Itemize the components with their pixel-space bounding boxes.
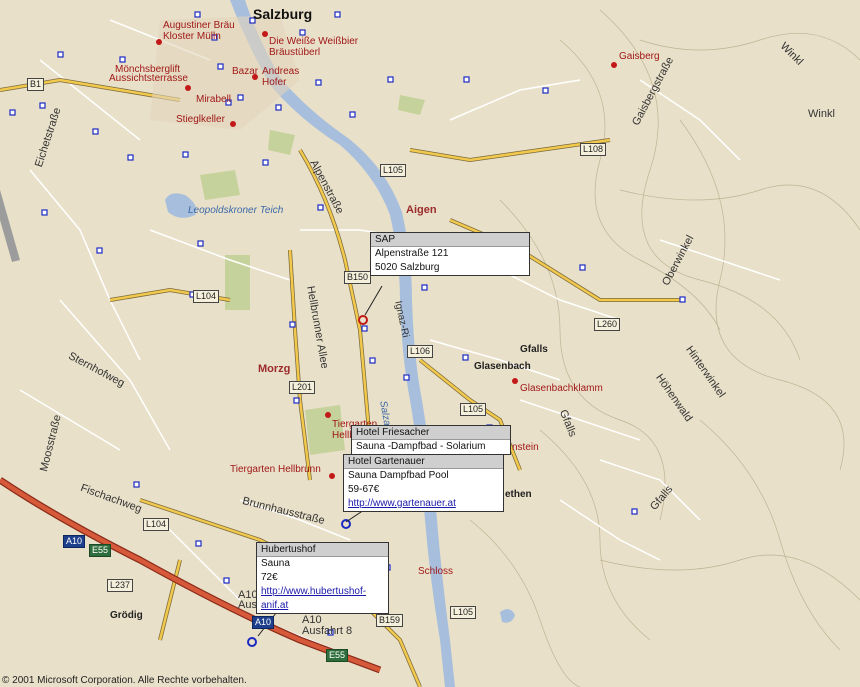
place-gfalls: Gfalls <box>520 344 548 355</box>
callout-sap-line-1: Alpenstraße 121 <box>375 248 449 259</box>
callout-gartenauer-line-2: 59-67€ <box>348 484 380 495</box>
callout-hubertushof-line-2: 72€ <box>261 572 278 583</box>
pond <box>500 609 515 623</box>
callout-friesacher-line-1: Sauna -Dampfbad - Solarium <box>356 441 486 452</box>
shield-e55-a: E55 <box>89 544 112 557</box>
poi-schloss: Schloss <box>418 566 454 577</box>
shield-l201: L201 <box>289 381 316 394</box>
poi-gaisberg: Gaisberg <box>619 51 660 62</box>
poi-bazar: Bazar <box>232 66 259 77</box>
shield-b159: B159 <box>376 614 404 627</box>
city-label: Salzburg <box>253 6 313 22</box>
shield-a10-b: A10 <box>252 616 275 629</box>
poi-tiergarten-hellbrunn: Tiergarten Hellbrunn <box>230 464 321 475</box>
poi-andreas-2: Hofer <box>262 77 287 88</box>
shield-l105-c: L105 <box>450 606 477 619</box>
poi-andreas-1: Andreas <box>262 66 300 77</box>
runway <box>0 190 20 262</box>
poi-augustiner: Augustiner Bräu <box>163 20 235 31</box>
callout-hubertushof-title: Hubertushof <box>257 543 388 557</box>
exit-ausfahrt-8: Ausfahrt 8 <box>302 625 353 637</box>
map-canvas[interactable]: Salzburg Aigen Morzg Gfalls Glasenbach G… <box>0 0 860 687</box>
callout-sap[interactable]: SAP Alpenstraße 121 5020 Salzburg <box>370 232 530 276</box>
callout-sap-title: SAP <box>371 233 529 247</box>
shield-l106: L106 <box>407 345 434 358</box>
shield-b1: B1 <box>27 78 45 91</box>
poi-weisse-1: Die Weiße Weißbier <box>269 36 359 47</box>
callout-friesacher[interactable]: Hotel Friesacher Sauna -Dampfbad - Solar… <box>351 425 511 455</box>
poi-moenchsberg-2: Aussichtsterrasse <box>109 73 188 84</box>
poi-glasenbachklamm: Glasenbachklamm <box>520 383 603 394</box>
place-morzg: Morzg <box>258 363 291 375</box>
copyright-notice: © 2001 Microsoft Corporation. Alle Recht… <box>2 675 247 686</box>
shield-l104-b: L104 <box>143 518 170 531</box>
callout-gartenauer[interactable]: Hotel Gartenauer Sauna Dampfbad Pool 59-… <box>343 454 504 512</box>
shield-b150: B150 <box>344 271 372 284</box>
shield-e55-b: E55 <box>326 649 349 662</box>
callout-hubertushof[interactable]: Hubertushof Sauna 72€ http://www.hubertu… <box>256 542 389 614</box>
place-groedig: Grödig <box>110 610 143 621</box>
poi-stein: nstein <box>512 442 539 453</box>
poi-mirabell: Mirabell <box>196 94 232 105</box>
poi-weisse-2: Bräustüberl <box>269 47 321 58</box>
place-elsbethen: ethen <box>505 489 532 500</box>
callout-gartenauer-line-1: Sauna Dampfbad Pool <box>348 470 449 481</box>
shield-l104-a: L104 <box>193 290 220 303</box>
callout-hubertushof-link-2[interactable]: anif.at <box>261 600 288 611</box>
shield-a10: A10 <box>63 535 86 548</box>
callout-sap-line-2: 5020 Salzburg <box>375 262 440 273</box>
poi-kloster: Kloster Mülln <box>163 31 221 42</box>
shield-l105-b: L105 <box>460 403 487 416</box>
minor-roads <box>19 19 781 661</box>
place-winkl-2: Winkl <box>808 108 835 120</box>
shield-l260: L260 <box>594 318 621 331</box>
callout-hubertushof-line-1: Sauna <box>261 558 290 569</box>
callout-gartenauer-title: Hotel Gartenauer <box>344 455 503 469</box>
shield-l108: L108 <box>580 143 607 156</box>
place-aigen: Aigen <box>406 204 437 216</box>
shield-l105-a: L105 <box>380 164 407 177</box>
poi-stiegl: Stieglkeller <box>176 114 225 125</box>
callout-hubertushof-link-1[interactable]: http://www.hubertushof- <box>261 586 366 597</box>
water-teich: Leopoldskroner Teich <box>188 205 284 216</box>
shield-l237: L237 <box>107 579 134 592</box>
place-glasenbach: Glasenbach <box>474 361 531 372</box>
callout-friesacher-title: Hotel Friesacher <box>352 426 510 440</box>
callout-gartenauer-link[interactable]: http://www.gartenauer.at <box>348 498 456 509</box>
